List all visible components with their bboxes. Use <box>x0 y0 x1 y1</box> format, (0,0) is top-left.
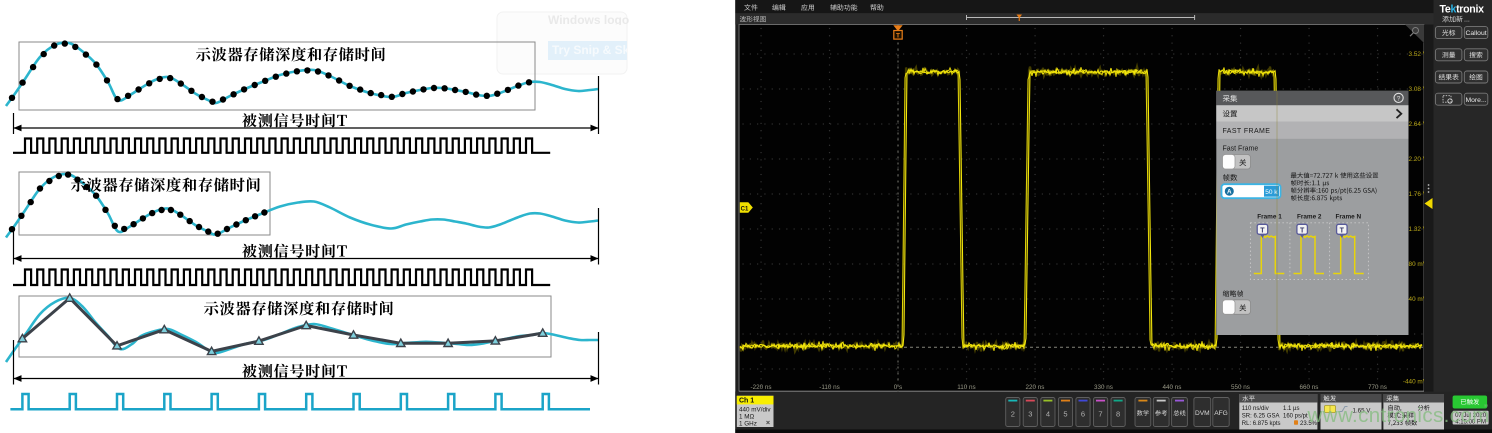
svg-text:FAST FRAME: FAST FRAME <box>1223 128 1271 135</box>
svg-text:1 GHz: 1 GHz <box>739 420 757 427</box>
svg-text:1 MΩ: 1 MΩ <box>739 413 754 420</box>
svg-text:2: 2 <box>1011 410 1015 419</box>
svg-text:1.1 µs: 1.1 µs <box>1283 406 1299 412</box>
svg-text:Callout: Callout <box>1465 30 1486 37</box>
svg-text:SR: 6.25 GSA: SR: 6.25 GSA <box>1242 414 1280 420</box>
svg-text:110 ns/div: 110 ns/div <box>1242 406 1269 412</box>
svg-text:...: ... <box>1464 17 1470 24</box>
svg-text:-220 ns: -220 ns <box>750 384 771 391</box>
svg-text:Frame N: Frame N <box>1336 214 1362 221</box>
svg-text:T: T <box>896 33 900 40</box>
svg-text:RL: 6.875 kpts: RL: 6.875 kpts <box>1242 421 1281 427</box>
svg-text:Ch 1: Ch 1 <box>739 398 754 405</box>
svg-text:770 ns: 770 ns <box>1368 384 1387 391</box>
svg-text:50 k: 50 k <box>1265 189 1278 196</box>
svg-text:Frame 2: Frame 2 <box>1297 214 1322 221</box>
svg-text:160 ps/pt: 160 ps/pt <box>1283 414 1308 420</box>
svg-text:T: T <box>1260 227 1265 234</box>
svg-text:8: 8 <box>1116 410 1120 419</box>
svg-text:220 ns: 220 ns <box>1026 384 1045 391</box>
svg-text:440 ns: 440 ns <box>1163 384 1182 391</box>
svg-text:”: ” <box>1484 402 1488 416</box>
svg-text:5: 5 <box>1063 410 1067 419</box>
svg-text:Fast Frame: Fast Frame <box>1223 146 1259 153</box>
svg-text:T: T <box>1340 227 1345 234</box>
svg-text:440 mV/div: 440 mV/div <box>739 406 771 413</box>
svg-text:550 ns: 550 ns <box>1231 384 1250 391</box>
svg-text:A: A <box>1227 189 1232 196</box>
svg-text:-110 ns: -110 ns <box>819 384 840 391</box>
svg-text:660 ns: 660 ns <box>1300 384 1319 391</box>
svg-text:Tektronix: Tektronix <box>1440 3 1485 15</box>
svg-text:C1: C1 <box>741 206 749 212</box>
svg-text:330 ns: 330 ns <box>1094 384 1113 391</box>
svg-text:0 s: 0 s <box>894 384 902 391</box>
svg-text:www.cntronics.com: www.cntronics.com <box>1307 404 1490 427</box>
svg-text:DVM: DVM <box>1195 410 1210 417</box>
svg-text:110 ns: 110 ns <box>957 384 975 391</box>
svg-text:?: ? <box>1397 95 1401 102</box>
svg-text:AFG: AFG <box>1214 410 1228 417</box>
svg-text:More...: More... <box>1465 97 1486 104</box>
svg-text:T: T <box>1300 227 1305 234</box>
svg-text:4: 4 <box>1046 410 1050 419</box>
svg-text:Frame 1: Frame 1 <box>1257 214 1282 221</box>
svg-text:7: 7 <box>1098 410 1102 419</box>
svg-text:6: 6 <box>1081 410 1085 419</box>
svg-text:3: 3 <box>1028 410 1032 419</box>
